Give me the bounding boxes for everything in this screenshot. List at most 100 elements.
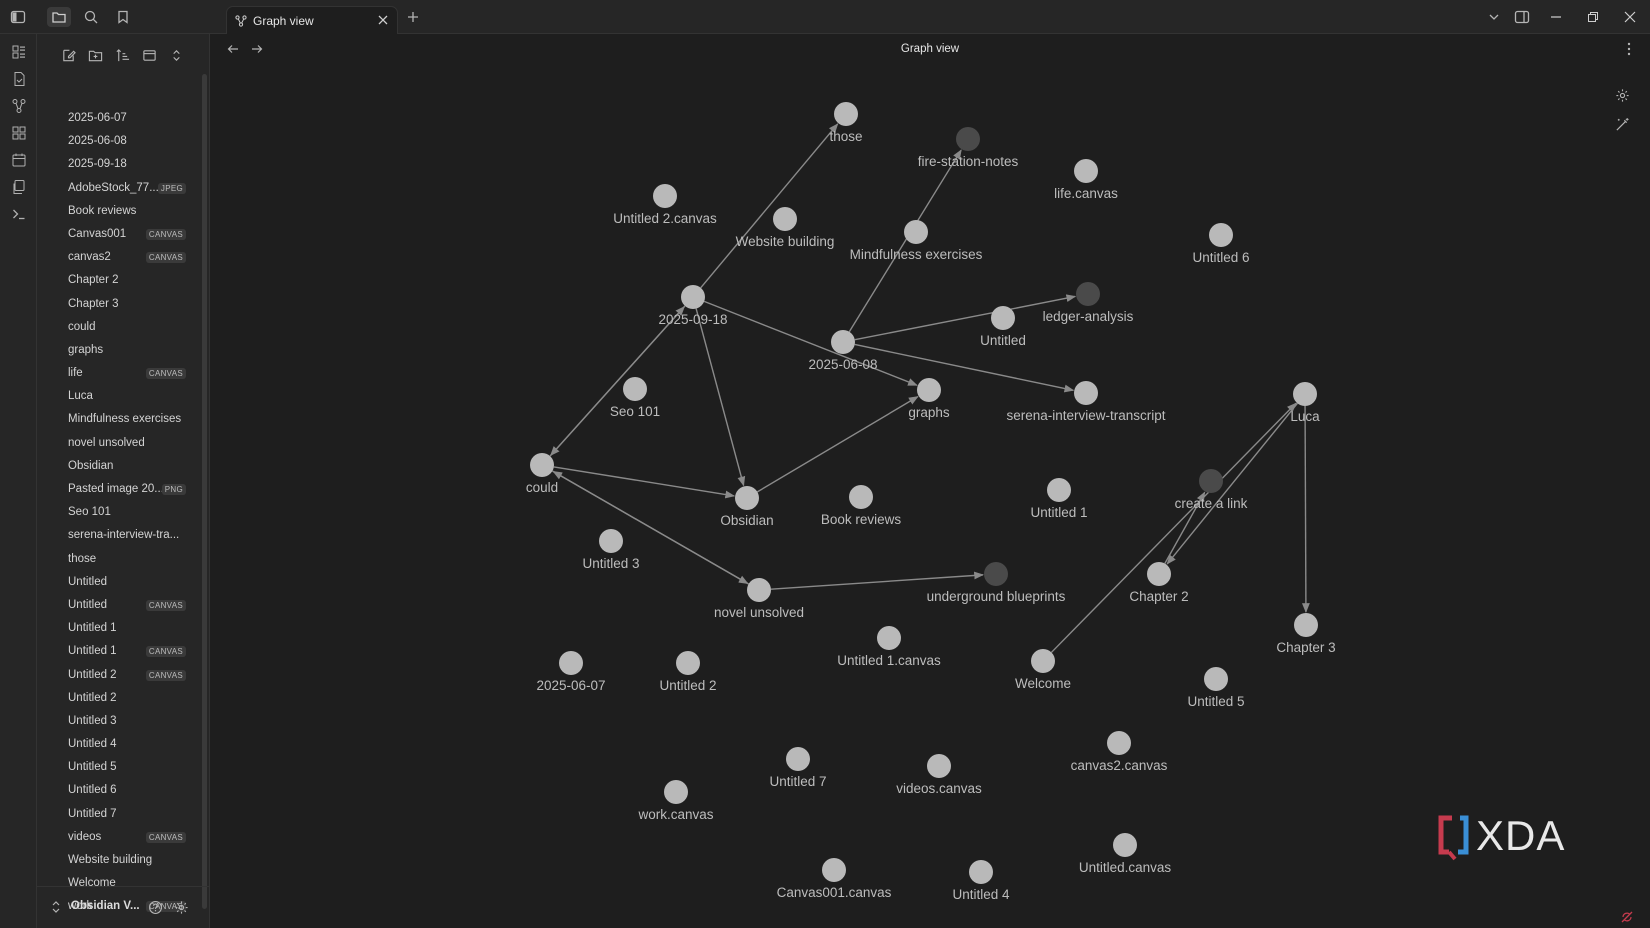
graph-node-chapter2[interactable]: Chapter 2 (1129, 562, 1189, 604)
auto-reveal-icon[interactable] (140, 46, 158, 64)
close-window-icon[interactable] (1619, 7, 1641, 27)
graph-node-canvas2-canvas[interactable]: canvas2.canvas (1071, 731, 1168, 773)
bookmark-icon[interactable] (113, 7, 133, 27)
vault-name[interactable]: Obsidian V... (71, 900, 140, 912)
graph-node-underground[interactable]: underground blueprints (927, 562, 1066, 604)
sidebar-scrollbar[interactable] (202, 74, 207, 909)
graph-node-those[interactable]: those (829, 102, 863, 144)
graph-node-videos-canvas[interactable]: videos.canvas (896, 754, 982, 796)
graph-node-dot[interactable] (1074, 159, 1098, 183)
file-item[interactable]: Book reviews (37, 200, 202, 223)
file-item[interactable]: could (37, 316, 202, 339)
graph-node-dot[interactable] (1076, 282, 1100, 306)
graph-node-dot[interactable] (822, 858, 846, 882)
search-icon[interactable] (81, 7, 101, 27)
tab-graph-view[interactable]: Graph view (226, 6, 398, 34)
minimize-icon[interactable] (1545, 7, 1567, 27)
graph-node-dot[interactable] (984, 562, 1008, 586)
graph-node-dot[interactable] (1209, 223, 1233, 247)
graph-node-dot[interactable] (1107, 731, 1131, 755)
graph-node-canvas001-canvas[interactable]: Canvas001.canvas (777, 858, 892, 900)
file-item[interactable]: Untitled 2 (37, 687, 202, 710)
sort-icon[interactable] (113, 46, 131, 64)
graph-node-dot[interactable] (735, 486, 759, 510)
file-item[interactable]: 2025-09-18 (37, 153, 202, 176)
graph-node-dot[interactable] (623, 377, 647, 401)
file-item[interactable]: Untitled 7 (37, 803, 202, 826)
graph-node-dot[interactable] (1031, 649, 1055, 673)
graph-node-dot[interactable] (991, 306, 1015, 330)
templates-icon[interactable] (9, 177, 29, 197)
file-item[interactable]: serena-interview-tra... (37, 524, 202, 547)
file-item[interactable]: Obsidian (37, 455, 202, 478)
graph-node-dot[interactable] (1294, 613, 1318, 637)
file-item[interactable]: Untitled 2 CANVAS (37, 664, 202, 687)
graph-node-book-reviews[interactable]: Book reviews (821, 485, 902, 527)
graph-node-fire-station-notes[interactable]: fire-station-notes (918, 127, 1019, 169)
graph-node-untitled7[interactable]: Untitled 7 (769, 747, 827, 789)
new-folder-icon[interactable] (86, 46, 104, 64)
calendar-icon[interactable] (9, 150, 29, 170)
file-item[interactable]: Untitled 6 (37, 779, 202, 802)
file-item[interactable]: novel unsolved (37, 432, 202, 455)
vault-switcher[interactable]: Obsidian V... (37, 886, 210, 928)
graph-node-dot[interactable] (956, 127, 980, 151)
file-item[interactable]: Untitled 5 (37, 756, 202, 779)
graph-node-dot[interactable] (599, 529, 623, 553)
file-item[interactable]: canvas2 CANVAS (37, 246, 202, 269)
graph-node-create-link[interactable]: create a link (1175, 469, 1248, 511)
graph-node-dot[interactable] (773, 207, 797, 231)
graph-node-luca[interactable]: Luca (1290, 382, 1320, 424)
graph-node-untitled[interactable]: Untitled (980, 306, 1026, 348)
graph-node-chapter3[interactable]: Chapter 3 (1276, 613, 1336, 655)
graph-node-dot[interactable] (1293, 382, 1317, 406)
graph-node-untitled2[interactable]: Untitled 2 (659, 651, 717, 693)
graph-node-dot[interactable] (849, 485, 873, 509)
right-sidebar-toggle-icon[interactable] (1511, 7, 1533, 27)
graph-node-dot[interactable] (559, 651, 583, 675)
graph-node-mindfulness[interactable]: Mindfulness exercises (850, 220, 983, 262)
file-item[interactable]: Untitled 1 CANVAS (37, 640, 202, 663)
more-options-icon[interactable] (1620, 40, 1638, 58)
graph-canvas[interactable]: those fire-station-notes life.canvas Untitl… (210, 34, 1650, 928)
graph-node-dot[interactable] (676, 651, 700, 675)
settings-gear-icon[interactable] (174, 900, 189, 915)
graph-node-untitled1-canvas[interactable]: Untitled 1.canvas (837, 626, 941, 668)
file-item[interactable]: Luca (37, 385, 202, 408)
sidebar-toggle-icon[interactable] (8, 7, 28, 27)
file-item[interactable]: Chapter 3 (37, 293, 202, 316)
graph-view-ribbon-icon[interactable] (9, 96, 29, 116)
animate-wand-icon[interactable] (1613, 115, 1631, 133)
help-icon[interactable] (148, 900, 163, 915)
canvas-icon[interactable] (9, 123, 29, 143)
file-item[interactable]: AdobeStock_77... JPEG (37, 177, 202, 200)
new-tab-icon[interactable] (404, 8, 422, 26)
graph-node-d20250608[interactable]: 2025-06-08 (808, 330, 878, 372)
graph-node-dot[interactable] (1047, 478, 1071, 502)
open-quick-switcher-icon[interactable] (9, 69, 29, 89)
file-item[interactable]: Chapter 2 (37, 269, 202, 292)
folder-icon[interactable] (47, 7, 71, 27)
graph-node-dot[interactable] (834, 102, 858, 126)
file-item[interactable]: Mindfulness exercises (37, 408, 202, 431)
graph-node-untitled3[interactable]: Untitled 3 (582, 529, 640, 571)
graph-node-work-canvas[interactable]: work.canvas (637, 780, 714, 822)
graph-node-dot[interactable] (969, 860, 993, 884)
graph-node-seo101[interactable]: Seo 101 (610, 377, 660, 419)
file-item[interactable]: life CANVAS (37, 362, 202, 385)
file-item[interactable]: 2025-06-07 (37, 107, 202, 130)
graph-node-dot[interactable] (1204, 667, 1228, 691)
graph-node-untitled6[interactable]: Untitled 6 (1192, 223, 1250, 265)
graph-node-untitled2-canvas[interactable]: Untitled 2.canvas (613, 184, 717, 226)
graph-node-untitled5[interactable]: Untitled 5 (1187, 667, 1245, 709)
graph-node-obsidian[interactable]: Obsidian (720, 486, 774, 528)
graph-node-untitled4[interactable]: Untitled 4 (952, 860, 1010, 902)
graph-node-untitled-canvas[interactable]: Untitled.canvas (1079, 833, 1172, 875)
dashboard-icon[interactable] (9, 42, 29, 62)
graph-node-welcome[interactable]: Welcome (1015, 649, 1071, 691)
file-item[interactable]: 2025-06-08 (37, 130, 202, 153)
new-note-icon[interactable] (59, 46, 77, 64)
graph-node-dot[interactable] (1113, 833, 1137, 857)
restore-icon[interactable] (1582, 7, 1604, 27)
sync-status-icon[interactable] (1620, 910, 1634, 924)
